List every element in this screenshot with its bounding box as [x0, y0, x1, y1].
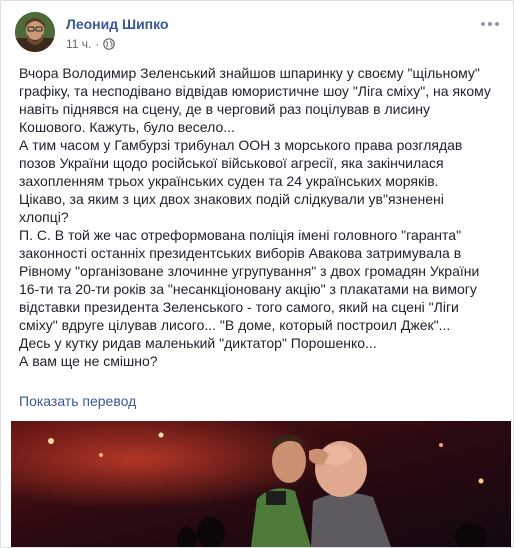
post-paragraph: А вам ще не смішно?	[19, 353, 158, 369]
more-options-icon[interactable]	[479, 17, 501, 31]
post-paragraph: Десь у кутку ридав маленький "диктатор" …	[19, 335, 377, 351]
author-avatar[interactable]	[15, 12, 55, 52]
stage-photo	[11, 421, 511, 547]
post-paragraph: П. С. В той же час отреформована поліція…	[19, 227, 480, 333]
translate-link[interactable]: Показать перевод	[19, 393, 136, 409]
meta-separator: ·	[95, 37, 100, 51]
post-photo[interactable]	[11, 421, 511, 547]
post-paragraph: А тим часом у Гамбурзі трибунал ООН з мо…	[19, 137, 463, 189]
post-meta: 11 ч. ·	[66, 37, 116, 51]
post-card: Леонид Шипко 11 ч. · Вчора Володимир Зел…	[0, 0, 514, 548]
post-body: Вчора Володимир Зеленський знайшов шпари…	[19, 64, 497, 370]
avatar-image	[15, 12, 55, 52]
post-timestamp[interactable]: 11 ч.	[66, 37, 91, 51]
post-paragraph: Вчора Володимир Зеленський знайшов шпари…	[19, 65, 491, 135]
author-name[interactable]: Леонид Шипко	[66, 16, 169, 32]
post-paragraph: Цікаво, за яким з цих двох знакових поді…	[19, 191, 444, 225]
post-header: Леонид Шипко 11 ч. ·	[1, 1, 513, 61]
globe-icon[interactable]	[103, 38, 116, 50]
